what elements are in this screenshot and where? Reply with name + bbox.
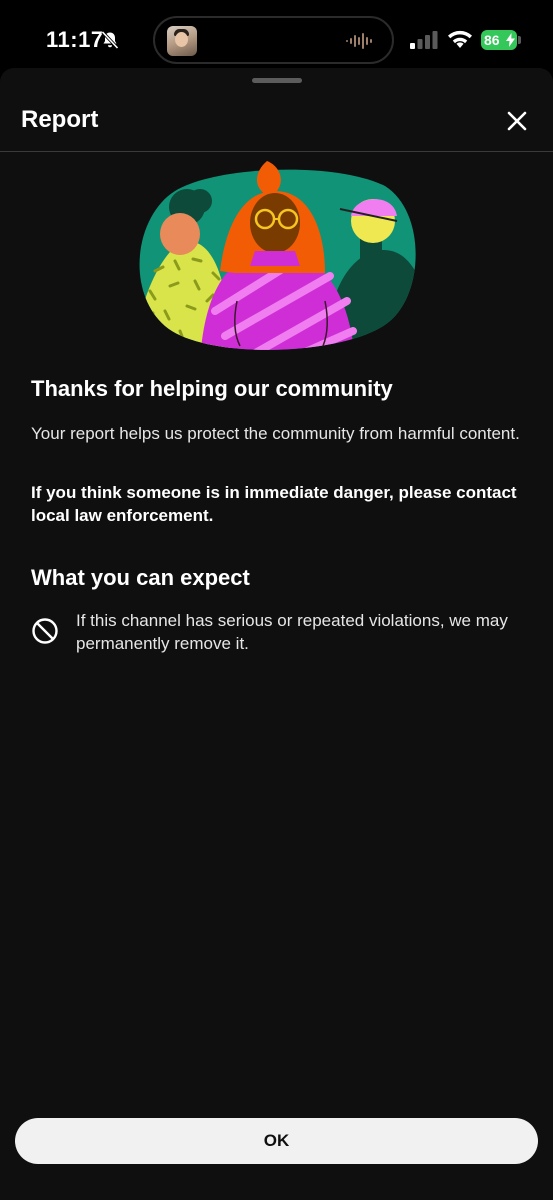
sheet-title: Report — [21, 106, 99, 133]
expect-heading: What you can expect — [31, 565, 250, 590]
block-icon — [32, 618, 58, 644]
battery-level: 86 — [484, 32, 500, 48]
wifi-icon — [448, 30, 472, 48]
ok-button[interactable]: OK — [15, 1118, 538, 1164]
sheet-grabber[interactable] — [252, 78, 302, 83]
audio-waveform-icon — [346, 33, 372, 49]
battery-terminal — [518, 36, 521, 44]
now-playing-thumbnail — [167, 26, 197, 56]
cellular-signal-icon — [410, 31, 438, 49]
expectation-text: If this channel has serious or repeated … — [76, 611, 508, 653]
dynamic-island[interactable] — [153, 16, 394, 64]
report-description: Your report helps us protect the communi… — [31, 424, 520, 443]
header-divider — [0, 151, 553, 152]
bell-slash-icon — [101, 30, 119, 50]
close-icon[interactable] — [502, 106, 532, 136]
battery-icon: 86 — [481, 30, 517, 50]
status-time: 11:17 — [46, 27, 104, 52]
report-sheet: Report Thanks for helping our community … — [0, 68, 553, 1200]
charging-bolt-icon — [506, 33, 515, 47]
thanks-heading: Thanks for helping our community — [31, 376, 393, 401]
status-bar: 11:17 86 — [0, 0, 553, 70]
community-illustration — [139, 161, 416, 350]
danger-notice: If you think someone is in immediate dan… — [31, 483, 517, 525]
